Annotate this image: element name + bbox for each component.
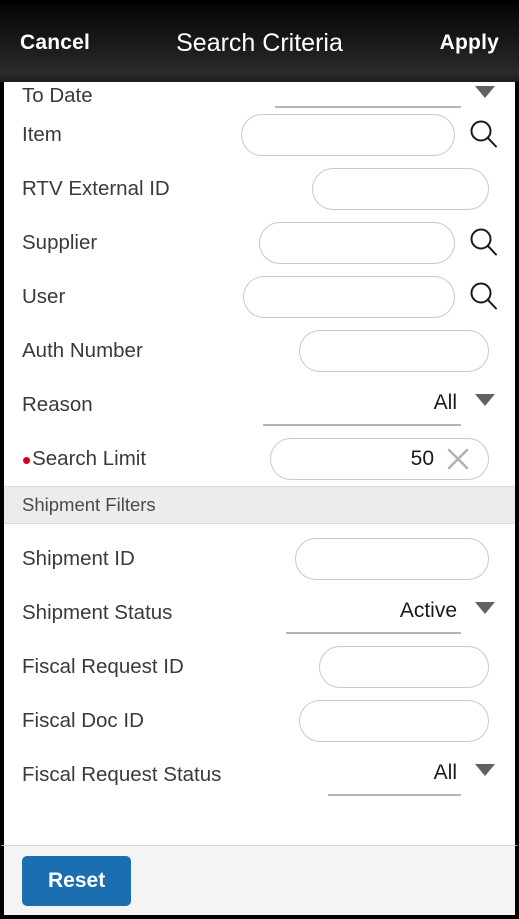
cancel-button[interactable]: Cancel xyxy=(20,31,90,55)
input-shipment-id[interactable] xyxy=(294,538,489,580)
field-row-shipment-id: Shipment ID xyxy=(4,532,515,586)
clear-icon[interactable] xyxy=(444,445,472,473)
chevron-down-icon[interactable] xyxy=(475,764,495,776)
field-label-shipment-id: Shipment ID xyxy=(22,547,135,570)
dropdown-to-date[interactable] xyxy=(274,82,461,108)
search-icon[interactable] xyxy=(467,280,501,314)
field-row-item: Item xyxy=(4,108,515,162)
chevron-down-icon[interactable] xyxy=(475,394,496,406)
field-label-supplier: Supplier xyxy=(22,231,98,254)
field-label-fiscal-doc-id: Fiscal Doc ID xyxy=(22,709,144,732)
search-criteria-dialog: Cancel Search Criteria Apply To Date Item… xyxy=(0,0,519,919)
field-row-auth-number: Auth Number xyxy=(4,324,515,378)
chevron-down-icon[interactable] xyxy=(475,86,495,98)
dropdown-value-fiscal-request-status: All xyxy=(433,761,457,784)
dropdown-reason[interactable]: All xyxy=(263,384,462,426)
section-header-shipment-filters: Shipment Filters xyxy=(4,486,515,524)
apply-button[interactable]: Apply xyxy=(440,31,499,55)
field-label-fiscal-request-status: Fiscal Request Status xyxy=(22,763,222,786)
field-label-fiscal-request-id: Fiscal Request ID xyxy=(22,655,184,678)
field-label-shipment-status: Shipment Status xyxy=(22,601,173,624)
field-label-to-date: To Date xyxy=(22,84,93,107)
field-label-auth-number: Auth Number xyxy=(22,339,143,362)
input-rtv-external-id[interactable] xyxy=(312,168,490,210)
dropdown-fiscal-request-status[interactable]: All xyxy=(327,754,461,796)
field-label-item: Item xyxy=(22,123,62,146)
input-item[interactable] xyxy=(241,114,455,156)
section-label: Shipment Filters xyxy=(22,494,156,515)
field-row-rtv-external-id: RTV External ID xyxy=(4,162,515,216)
search-icon[interactable] xyxy=(467,118,501,152)
field-label-search-limit: Search Limit xyxy=(32,447,147,470)
dropdown-shipment-status[interactable]: Active xyxy=(286,592,462,634)
footer-toolbar: Reset xyxy=(0,845,519,919)
dropdown-value-shipment-status: Active xyxy=(399,599,458,622)
input-fiscal-doc-id[interactable] xyxy=(299,700,490,742)
criteria-form: To Date Item RTV External ID Supplier User Au… xyxy=(0,82,519,845)
field-row-to-date: To Date xyxy=(4,82,515,108)
input-fiscal-request-id[interactable] xyxy=(319,646,489,688)
search-icon[interactable] xyxy=(467,226,501,260)
reset-button[interactable]: Reset xyxy=(22,855,132,906)
input-search-limit[interactable]: 50 xyxy=(269,438,489,480)
field-label-rtv-external-id: RTV External ID xyxy=(22,177,170,200)
dropdown-value-reason: All xyxy=(433,391,458,414)
input-supplier[interactable] xyxy=(259,222,455,264)
field-label-reason: Reason xyxy=(22,393,93,416)
chevron-down-icon[interactable] xyxy=(475,602,496,614)
field-row-fiscal-doc-id: Fiscal Doc ID xyxy=(4,694,515,748)
field-row-reason: Reason All xyxy=(4,378,515,432)
field-row-fiscal-request-id: Fiscal Request ID xyxy=(4,640,515,694)
form-scroll-area[interactable]: To Date Item RTV External ID Supplier User Au… xyxy=(4,82,515,802)
input-value-search-limit: 50 xyxy=(410,447,434,470)
field-row-search-limit: • Search Limit 50 xyxy=(4,432,515,486)
field-row-shipment-status: Shipment Status Active xyxy=(4,586,515,640)
field-row-fiscal-request-status: Fiscal Request Status All xyxy=(4,748,515,802)
titlebar: Cancel Search Criteria Apply xyxy=(0,0,519,82)
input-user[interactable] xyxy=(243,276,456,318)
field-row-supplier: Supplier xyxy=(4,216,515,270)
field-label-user: User xyxy=(22,285,66,308)
input-auth-number[interactable] xyxy=(298,330,489,372)
field-row-user: User xyxy=(4,270,515,324)
